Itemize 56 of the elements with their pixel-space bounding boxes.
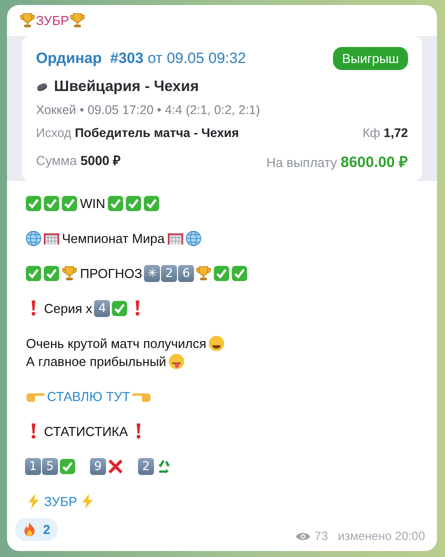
check-icon [59,458,76,474]
exclamation-icon [136,423,141,439]
globe-icon [184,230,202,246]
keycap: ✳ [144,264,160,282]
check-icon [61,194,78,212]
keycap: 2 [138,458,154,474]
message-text: Чемпионат Мира [61,230,166,246]
odds-text: Кф 1,72 [362,126,408,140]
keycap: 6 [178,264,194,282]
check-icon [25,264,42,282]
keycap: 2 [161,264,178,282]
message-link[interactable]: ЗУБР [43,494,78,508]
eye-icon [294,530,311,542]
smiley-icon [168,352,186,370]
trophy-icon [61,264,78,282]
keycap: 9 [90,458,106,474]
stake-text: Сумма 5000 ₽ [36,152,122,170]
outcome-text: Исход Победитель матча - Чехия [36,126,239,140]
exclamation-icon [31,300,36,316]
message-text: Очень крутой матч получился [25,336,208,350]
match-info: Хоккей • 09.05 17:20 • 4:4 (2:1, 0:2, 2:1) [36,103,262,117]
check-icon [43,264,60,282]
cross-icon [107,458,124,474]
trophy-icon [195,264,212,282]
exclamation-icon [135,300,140,316]
globe-icon [25,230,42,246]
match-title: Швейцария - Чехия [54,78,199,95]
check-icon [143,194,160,212]
status-badge: Выигрыш [332,47,408,70]
check-icon [107,194,124,212]
message-text: WIN [79,196,106,210]
keycap: 4 [94,300,110,316]
edited-time: изменено 20:00 [338,529,425,543]
exclamation-icon [31,423,36,439]
keycap: 1 [25,458,41,474]
check-icon [43,194,60,212]
check-icon [213,264,230,282]
check-icon [25,194,42,212]
message-text: ПРОГНОЗ [79,266,144,280]
bet-title: Ординар #303 от 09.05 09:32 [36,50,246,67]
check-icon [111,300,128,316]
check-icon [125,194,142,212]
keycap: 5 [42,458,58,474]
message-text: Серия х [43,300,94,316]
message-text: А главное прибыльный [25,354,168,368]
trophy-icon [19,12,36,28]
sender-name[interactable]: ЗУБР [36,12,70,28]
view-count: 73 [314,529,328,543]
trophy-icon [69,12,86,28]
smiley-icon [208,334,226,352]
payout-text: На выплату 8600.00 ₽ [266,153,408,171]
reaction-chip[interactable]: 2 [15,518,58,541]
puck-icon [36,82,48,92]
message-link[interactable]: СТАВЛЮ ТУТ [46,388,132,404]
check-icon [231,264,248,282]
message-text: СТАТИСТИКА [43,424,129,438]
